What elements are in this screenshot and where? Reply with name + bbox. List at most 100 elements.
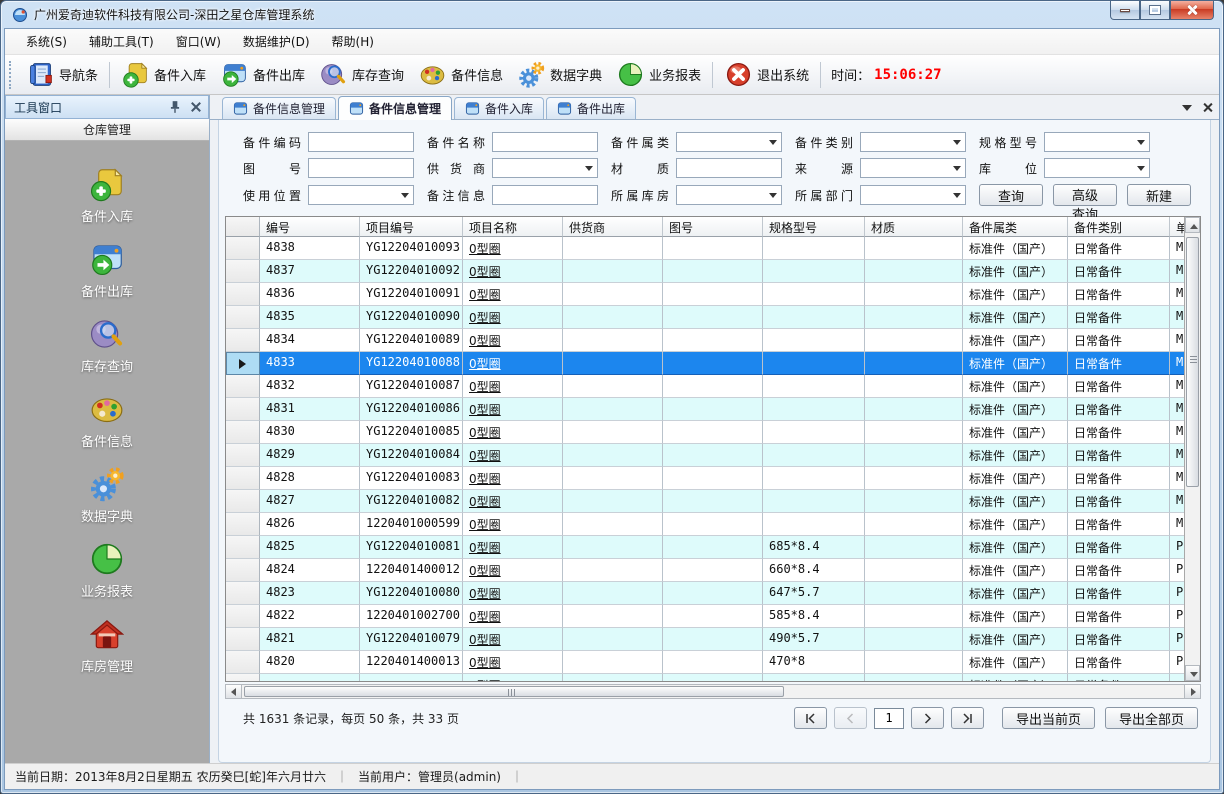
sidebar-close-icon[interactable]: [190, 101, 202, 113]
toolbar-button-part-in[interactable]: 备件入库: [114, 57, 213, 92]
menu-item[interactable]: 数据维护(D): [232, 29, 321, 54]
menu-item[interactable]: 窗口(W): [165, 29, 232, 54]
row-selector-current-icon[interactable]: [226, 352, 260, 375]
tab-close-icon[interactable]: [1202, 102, 1213, 113]
scroll-left-icon[interactable]: [226, 685, 242, 698]
row-selector[interactable]: [226, 559, 260, 582]
table-row[interactable]: 4832YG122040100870型圈标准件（国产）日常备件M: [226, 375, 1184, 398]
row-selector[interactable]: [226, 260, 260, 283]
search-select[interactable]: [492, 158, 598, 178]
last-page-button[interactable]: [951, 707, 984, 729]
horizontal-scroll-thumb[interactable]: [244, 686, 784, 697]
search-input[interactable]: [308, 132, 414, 152]
table-row[interactable]: 482412204014000120型圈660*8.4标准件（国产）日常备件PC: [226, 559, 1184, 582]
tab-list-chevron-down-icon[interactable]: [1182, 105, 1192, 111]
row-selector[interactable]: [226, 605, 260, 628]
table-row[interactable]: 4833YG122040100880型圈标准件（国产）日常备件M: [226, 352, 1184, 375]
table-row[interactable]: 4830YG122040100850型圈标准件（国产）日常备件M: [226, 421, 1184, 444]
column-header[interactable]: 备件类别: [1068, 217, 1170, 237]
table-row[interactable]: 4829YG122040100840型圈标准件（国产）日常备件M: [226, 444, 1184, 467]
table-row[interactable]: 4838YG122040100930型圈标准件（国产）日常备件M: [226, 237, 1184, 260]
search-select[interactable]: [308, 185, 414, 205]
table-row[interactable]: 4823YG122040100800型圈647*5.7标准件（国产）日常备件PC: [226, 582, 1184, 605]
toolbar-button-data-dict[interactable]: 数据字典: [510, 57, 609, 92]
search-input[interactable]: [492, 132, 598, 152]
tab[interactable]: 备件信息管理: [338, 96, 452, 120]
search-select[interactable]: [860, 185, 966, 205]
toolbar-button-part-out[interactable]: 备件出库: [213, 57, 312, 92]
export-all-pages-button[interactable]: 导出全部页: [1105, 707, 1198, 729]
minimize-button[interactable]: [1110, 1, 1140, 20]
table-row[interactable]: 4835YG122040100900型圈标准件（国产）日常备件M: [226, 306, 1184, 329]
sidebar-section-header[interactable]: 仓库管理: [5, 119, 209, 141]
sidebar-item-stock-query[interactable]: 库存查询: [81, 315, 133, 375]
sidebar-item-part-out[interactable]: 备件出库: [81, 240, 133, 300]
table-row[interactable]: 4837YG122040100920型圈标准件（国产）日常备件M: [226, 260, 1184, 283]
toolbar-button-report[interactable]: 业务报表: [609, 57, 708, 92]
tab[interactable]: 备件入库: [454, 97, 544, 119]
sidebar-item-warehouse[interactable]: 库房管理: [81, 615, 133, 675]
search-input[interactable]: [308, 158, 414, 178]
table-row[interactable]: 4828YG122040100830型圈标准件（国产）日常备件M: [226, 467, 1184, 490]
table-row[interactable]: 482612204010005990型圈标准件（国产）日常备件M: [226, 513, 1184, 536]
page-number-input[interactable]: [874, 708, 904, 729]
column-header[interactable]: 规格型号: [763, 217, 865, 237]
close-button[interactable]: [1170, 1, 1214, 20]
search-select[interactable]: [860, 132, 966, 152]
new-button[interactable]: 新建: [1127, 184, 1191, 206]
toolbar-button-stock-query[interactable]: 库存查询: [312, 57, 411, 92]
table-row[interactable]: 0型圈标准件（国产）日常备件: [226, 674, 1184, 681]
table-row[interactable]: 482012204014000130型圈470*8标准件（国产）日常备件PC: [226, 651, 1184, 674]
table-row[interactable]: 4821YG122040100790型圈490*5.7标准件（国产）日常备件PC: [226, 628, 1184, 651]
row-selector[interactable]: [226, 536, 260, 559]
table-row[interactable]: 4836YG122040100910型圈标准件（国产）日常备件M: [226, 283, 1184, 306]
search-input[interactable]: [676, 158, 782, 178]
sidebar-item-part-info[interactable]: 备件信息: [81, 390, 133, 450]
column-header[interactable]: 供货商: [563, 217, 663, 237]
row-selector[interactable]: [226, 674, 260, 681]
sidebar-item-part-in[interactable]: 备件入库: [81, 165, 133, 225]
column-header[interactable]: 图号: [663, 217, 763, 237]
row-selector[interactable]: [226, 628, 260, 651]
toolbar-button-part-info[interactable]: 备件信息: [411, 57, 510, 92]
row-selector[interactable]: [226, 467, 260, 490]
search-select[interactable]: [676, 185, 782, 205]
menu-item[interactable]: 系统(S): [15, 29, 78, 54]
row-selector[interactable]: [226, 329, 260, 352]
toolbar-button-exit[interactable]: 退出系统: [717, 57, 816, 92]
row-selector[interactable]: [226, 375, 260, 398]
column-header[interactable]: 单位: [1170, 217, 1184, 237]
title-bar[interactable]: 广州爱奇迪软件科技有限公司-深田之星仓库管理系统: [4, 1, 1220, 28]
horizontal-scrollbar[interactable]: [225, 684, 1201, 699]
scroll-down-icon[interactable]: [1185, 665, 1200, 681]
advanced-query-button[interactable]: 高级查询: [1053, 184, 1117, 206]
row-selector[interactable]: [226, 421, 260, 444]
row-selector[interactable]: [226, 651, 260, 674]
query-button[interactable]: 查询: [979, 184, 1043, 206]
search-input[interactable]: [492, 185, 598, 205]
row-selector[interactable]: [226, 237, 260, 260]
row-selector[interactable]: [226, 283, 260, 306]
row-selector[interactable]: [226, 582, 260, 605]
row-selector[interactable]: [226, 513, 260, 536]
row-selector[interactable]: [226, 398, 260, 421]
search-select[interactable]: [1044, 158, 1150, 178]
table-row[interactable]: 482212204010027000型圈585*8.4标准件（国产）日常备件PC: [226, 605, 1184, 628]
column-header[interactable]: 备件属类: [963, 217, 1068, 237]
table-row[interactable]: 4834YG122040100890型圈标准件（国产）日常备件M: [226, 329, 1184, 352]
menu-item[interactable]: 辅助工具(T): [78, 29, 165, 54]
column-header[interactable]: 材质: [865, 217, 963, 237]
scroll-up-icon[interactable]: [1185, 217, 1200, 233]
column-header[interactable]: 编号: [260, 217, 360, 237]
vertical-scrollbar[interactable]: [1184, 217, 1200, 681]
vertical-scroll-thumb[interactable]: [1186, 237, 1199, 487]
row-selector[interactable]: [226, 444, 260, 467]
column-header[interactable]: 项目名称: [463, 217, 563, 237]
pin-icon[interactable]: [168, 100, 182, 114]
tab[interactable]: 备件出库: [546, 97, 636, 119]
search-select[interactable]: [676, 132, 782, 152]
row-selector[interactable]: [226, 306, 260, 329]
table-row[interactable]: 4825YG122040100810型圈685*8.4标准件（国产）日常备件PC: [226, 536, 1184, 559]
prev-page-button[interactable]: [834, 707, 867, 729]
table-row[interactable]: 4827YG122040100820型圈标准件（国产）日常备件M: [226, 490, 1184, 513]
